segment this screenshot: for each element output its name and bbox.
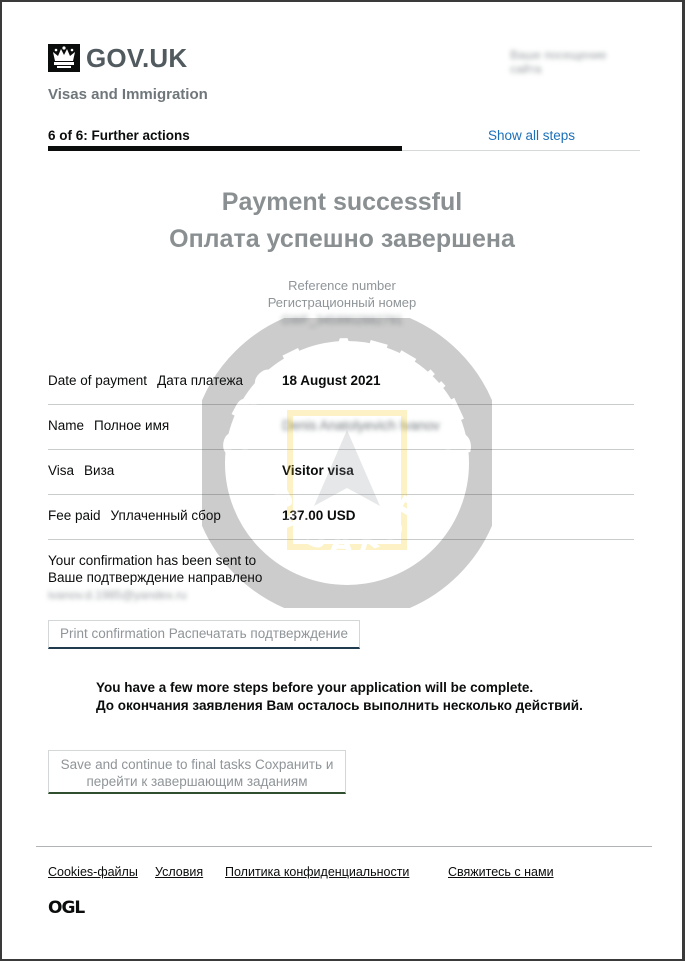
- payment-confirmation-page: GOV.UK Ваше посещение сайта Visas and Im…: [2, 2, 682, 959]
- reference-number-blurred: GWF_3459902882791: [281, 313, 403, 327]
- progress-bar-track: [402, 150, 640, 151]
- summary-value-name-blurred: Denis Anatolyevich Ivanov: [282, 418, 440, 433]
- ogl-logo[interactable]: OGL: [48, 898, 85, 918]
- confirmation-sent-en: Your confirmation has been sent to: [48, 553, 257, 568]
- next-steps-notice-en: You have a few more steps before your ap…: [96, 680, 534, 695]
- summary-row-name: Name Полное имя Denis Anatolyevich Ivanov: [48, 404, 634, 450]
- next-steps-notice-ru: До окончания заявления Вам осталось выпо…: [96, 698, 583, 713]
- summary-key-ru: Полное имя: [94, 418, 170, 433]
- summary-key-ru: Виза: [84, 463, 115, 478]
- confirmation-email-blurred: ivanov.d.1985@yandex.ru: [48, 588, 187, 602]
- summary-row-date: Date of payment Дата платежа 18 August 20…: [48, 359, 634, 405]
- summary-row-visa: Visa Виза Visitor visa: [48, 449, 634, 495]
- service-name[interactable]: Visas and Immigration: [48, 86, 208, 103]
- summary-key-en: Fee paid: [48, 508, 101, 523]
- summary-value-visa: Visitor visa: [282, 463, 354, 478]
- footer-divider: [36, 846, 652, 847]
- summary-key-en: Name: [48, 418, 85, 433]
- print-confirmation-button[interactable]: Print confirmation Распечатать подтвержд…: [48, 620, 360, 649]
- save-and-continue-button[interactable]: Save and continue to final tasks Сохрани…: [48, 750, 346, 794]
- footer-link-cookies[interactable]: Cookies-файлы: [48, 865, 138, 879]
- crown-logo-icon[interactable]: [48, 44, 80, 72]
- step-label: 6 of 6: Further actions: [48, 128, 190, 143]
- footer-link-terms[interactable]: Условия: [155, 865, 203, 879]
- summary-key-en: Visa: [48, 463, 75, 478]
- page-title-ru: Оплата успешно завершена: [169, 225, 515, 253]
- show-all-steps-link[interactable]: Show all steps: [488, 128, 575, 143]
- summary-value-fee: 137.00 USD: [282, 508, 356, 523]
- confirmation-sent-ru: Ваше подтверждение направлено: [48, 570, 263, 585]
- page-title-en: Payment successful: [221, 188, 463, 216]
- summary-key-ru: Дата платежа: [157, 373, 244, 388]
- user-account-blurred: Ваше посещение сайта: [510, 48, 607, 76]
- reference-label-ru: Регистрационный номер: [267, 295, 417, 310]
- summary-key-ru: Уплаченный сбор: [110, 508, 221, 523]
- reference-label-en: Reference number: [288, 278, 396, 293]
- reference-number-value: GWF_3459902882791: [2, 313, 682, 327]
- summary-value-date: 18 August 2021: [282, 373, 381, 388]
- footer-link-contact[interactable]: Свяжитесь с нами: [448, 865, 554, 879]
- footer-link-privacy[interactable]: Политика конфиденциальности: [225, 865, 409, 879]
- summary-key-en: Date of payment: [48, 373, 148, 388]
- summary-row-fee: Fee paid Уплаченный сбор 137.00 USD: [48, 494, 634, 540]
- govuk-logo-text[interactable]: GOV.UK: [86, 43, 187, 74]
- progress-bar-filled: [48, 146, 402, 151]
